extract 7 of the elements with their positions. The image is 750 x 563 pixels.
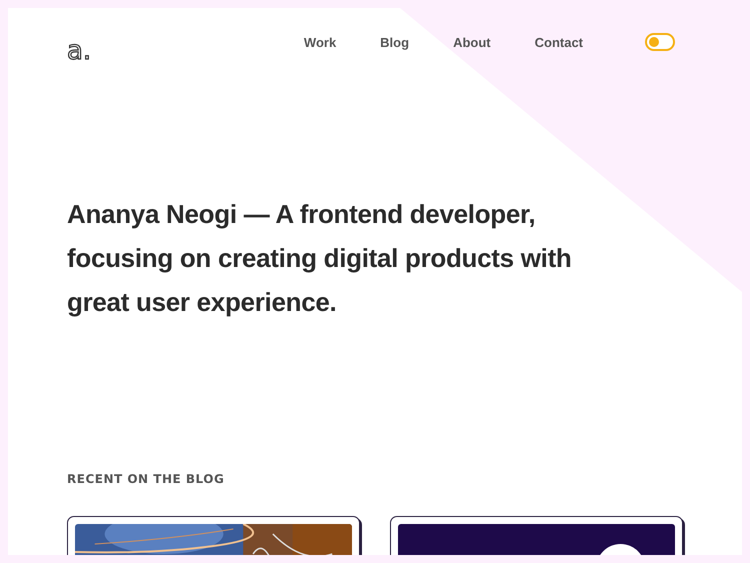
nav-link[interactable]: Contact — [534, 34, 583, 50]
nav-link[interactable]: About — [453, 34, 491, 50]
section-heading: RECENT ON THE BLOG — [67, 472, 226, 486]
nav-link[interactable]: Blog — [380, 34, 410, 50]
headline: Ananya Neogi — A frontend developer, focusing on creating digital products with great user experience. — [67, 198, 573, 319]
logo[interactable]: a. — [67, 36, 92, 66]
nav-link[interactable]: Work — [304, 34, 336, 50]
